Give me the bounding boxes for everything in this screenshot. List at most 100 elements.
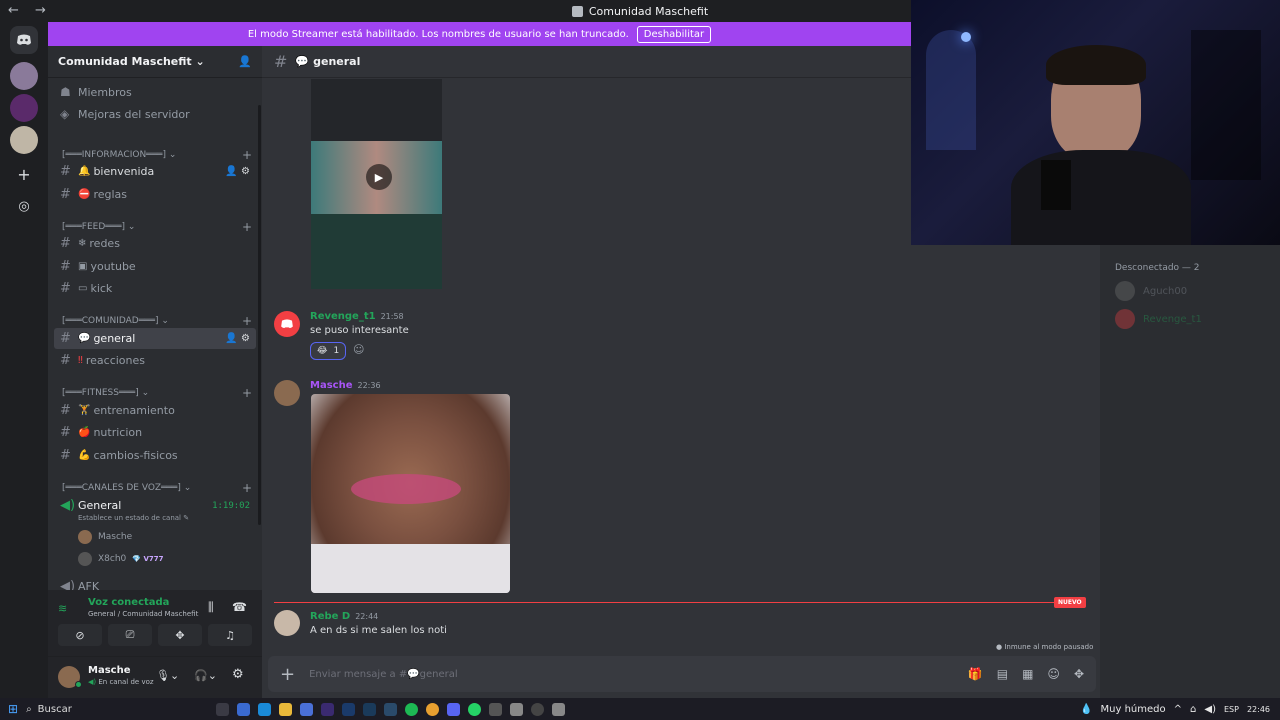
explore-icon[interactable]: ◎: [10, 192, 38, 220]
discord-avatar-icon[interactable]: [274, 311, 300, 337]
timestamp: 22:44: [355, 612, 379, 621]
composer-tools: 🎁 ▤ ▦ ☺ ✥: [968, 667, 1084, 681]
channel-kick[interactable]: # ▭ kick: [54, 278, 256, 299]
nav-arrows[interactable]: ← →: [8, 3, 52, 18]
camera-off-button[interactable]: ⊘: [58, 624, 102, 646]
video-attachment[interactable]: ▶: [311, 79, 442, 289]
voice-icon: ◀): [88, 678, 97, 686]
notion-icon-2[interactable]: [552, 702, 566, 716]
soundboard-button[interactable]: ♫: [208, 624, 252, 646]
discord-home-icon[interactable]: [10, 26, 38, 54]
voice-channel-general[interactable]: ◀) General 1:19:02: [54, 495, 256, 516]
server-icon-3[interactable]: [10, 126, 38, 154]
premiere-icon[interactable]: [321, 702, 335, 716]
channel-youtube[interactable]: # ▣ youtube: [54, 256, 256, 277]
share-screen-button[interactable]: ⎚: [108, 624, 152, 646]
channel-settings-icon[interactable]: 👤 ⚙: [225, 333, 250, 344]
channel-general[interactable]: # 💬 general 👤 ⚙: [54, 328, 256, 349]
sidebar-scrollbar[interactable]: [258, 105, 261, 525]
steam-icon[interactable]: [384, 702, 398, 716]
noise-icon[interactable]: ⫼: [208, 600, 214, 615]
whatsapp-icon[interactable]: [468, 702, 482, 716]
settings-icon[interactable]: [489, 702, 503, 716]
member-item[interactable]: Revenge_t1: [1115, 309, 1202, 329]
channel-settings-icon[interactable]: 👤 ⚙: [225, 166, 250, 177]
message-composer[interactable]: + Enviar mensaje a #💬general 🎁 ▤ ▦ ☺ ✥: [268, 656, 1096, 692]
gif-icon[interactable]: ▤: [997, 667, 1008, 681]
category-feed[interactable]: [═══FEED═══] ⌄ +: [62, 220, 252, 234]
author-name[interactable]: Revenge_t1: [310, 311, 376, 322]
category-fitness[interactable]: [═══FITNESS═══] ⌄ +: [62, 386, 252, 400]
microphone-icon[interactable]: 🎙⌄: [156, 669, 179, 682]
image-attachment[interactable]: [311, 394, 510, 593]
headphones-icon[interactable]: 🎧⌄: [194, 669, 217, 682]
add-attachment-icon[interactable]: +: [280, 664, 295, 685]
network-icon[interactable]: ⌂: [1190, 704, 1196, 715]
activities-button[interactable]: ✥: [158, 624, 202, 646]
chrome-icon[interactable]: [426, 702, 440, 716]
author-name[interactable]: Rebe D: [310, 611, 350, 622]
channel-status-hint[interactable]: Establece un estado de canal ✎: [78, 514, 189, 522]
edge-icon[interactable]: [258, 702, 272, 716]
play-icon[interactable]: ▶: [366, 164, 392, 190]
tray-overflow-icon[interactable]: ^: [1174, 704, 1182, 715]
voice-location[interactable]: General / Comunidad Maschefit: [88, 610, 198, 618]
file-explorer-icon[interactable]: [279, 702, 293, 716]
add-channel-icon[interactable]: +: [242, 386, 252, 400]
photoshop-icon[interactable]: [342, 702, 356, 716]
category-voz[interactable]: [═══CANALES DE VOZ═══] ⌄ +: [62, 481, 252, 495]
sticker-icon[interactable]: ▦: [1022, 667, 1033, 681]
emoji-icon[interactable]: ☺: [1047, 667, 1060, 681]
members-item[interactable]: ☗ Miembros: [54, 81, 254, 103]
channel-nutricion[interactable]: # 🍎 nutricion: [54, 422, 256, 443]
reaction-pill[interactable]: 😂 1: [310, 342, 347, 360]
obs-icon[interactable]: [531, 702, 545, 716]
disable-streamer-button[interactable]: Deshabilitar: [636, 25, 712, 43]
add-channel-icon[interactable]: +: [242, 148, 252, 162]
user-avatar[interactable]: [274, 380, 300, 406]
language-indicator[interactable]: ESP: [1224, 705, 1239, 714]
add-server-icon[interactable]: +: [10, 160, 38, 188]
lightroom-icon[interactable]: [363, 702, 377, 716]
channel-reglas[interactable]: # ⛔ reglas: [54, 184, 256, 205]
server-header[interactable]: Comunidad Maschefit ⌄ 👤: [48, 46, 262, 78]
store-icon[interactable]: [300, 702, 314, 716]
spotify-icon[interactable]: [405, 702, 419, 716]
disconnect-icon[interactable]: ☎: [232, 600, 247, 614]
category-informacion[interactable]: [═══INFORMACION═══] ⌄ +: [62, 148, 252, 162]
channel-redes[interactable]: # ❄ redes: [54, 233, 256, 254]
apps-icon[interactable]: ✥: [1074, 667, 1084, 681]
user-avatar[interactable]: [274, 610, 300, 636]
settings-gear-icon[interactable]: ⚙: [232, 667, 244, 682]
server-icon-1[interactable]: [10, 62, 38, 90]
channel-bienvenida[interactable]: # 🔔 bienvenida 👤 ⚙: [54, 161, 256, 182]
discord-taskbar-icon[interactable]: [447, 702, 461, 716]
server-icon-2[interactable]: [10, 94, 38, 122]
category-comunidad[interactable]: [═══COMUNIDAD═══] ⌄ +: [62, 314, 252, 328]
add-channel-icon[interactable]: +: [242, 314, 252, 328]
windows-taskbar: ⊞ ⌕ Buscar 💧 Muy húmedo ^ ⌂ ◀) ESP 22:46: [0, 698, 1280, 720]
add-reaction-icon[interactable]: ☺: [353, 343, 364, 356]
channel-entrenamiento[interactable]: # 🏋 entrenamiento: [54, 400, 256, 421]
copilot-icon[interactable]: [237, 702, 251, 716]
voice-user-x8ch0[interactable]: X8ch0 💎 V777: [78, 552, 163, 566]
add-channel-icon[interactable]: +: [242, 481, 252, 495]
add-channel-icon[interactable]: +: [242, 220, 252, 234]
task-view-icon[interactable]: [216, 702, 230, 716]
clock[interactable]: 22:46: [1247, 705, 1270, 714]
message-input[interactable]: Enviar mensaje a #💬general: [309, 669, 458, 680]
member-item[interactable]: Aguch00: [1115, 281, 1187, 301]
voice-user-masche[interactable]: Masche: [78, 530, 132, 544]
taskbar-search[interactable]: ⌕ Buscar: [26, 700, 186, 718]
author-name[interactable]: Masche: [310, 380, 352, 391]
weather-text[interactable]: Muy húmedo: [1101, 704, 1166, 715]
timestamp: 21:58: [380, 312, 404, 321]
boosts-item[interactable]: ◈ Mejoras del servidor: [54, 103, 254, 125]
channel-cambios-fisicos[interactable]: # 💪 cambios-fisicos: [54, 445, 256, 466]
invite-icon[interactable]: 👤: [238, 55, 252, 68]
windows-start-icon[interactable]: ⊞: [8, 702, 18, 716]
notion-icon[interactable]: [510, 702, 524, 716]
gift-icon[interactable]: 🎁: [968, 667, 983, 681]
volume-icon[interactable]: ◀): [1204, 704, 1216, 715]
channel-reacciones[interactable]: # ‼ reacciones: [54, 350, 256, 371]
